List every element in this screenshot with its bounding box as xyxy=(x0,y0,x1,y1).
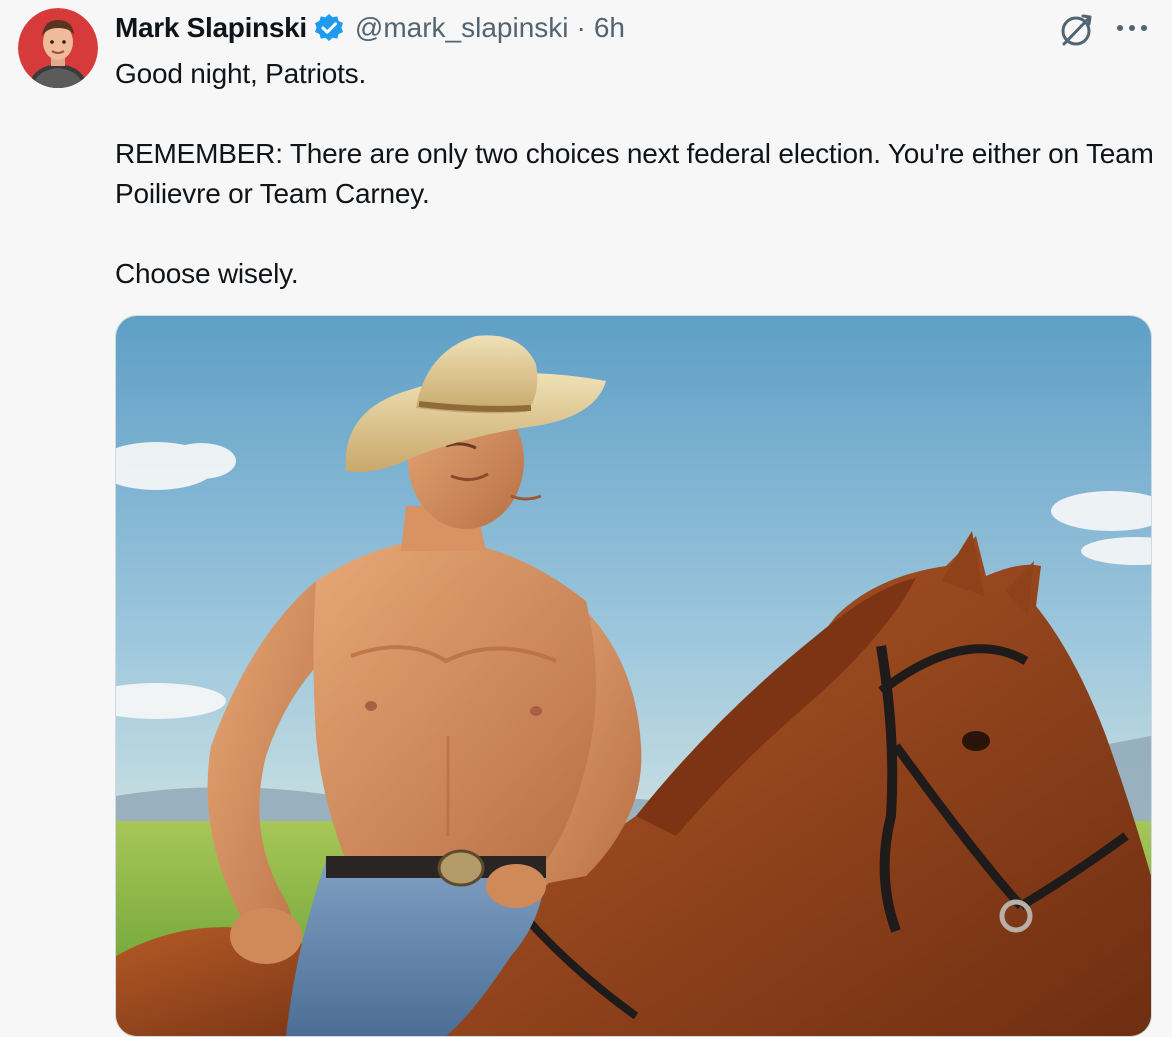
author-display-name[interactable]: Mark Slapinski xyxy=(115,12,307,44)
post-text-line: Good night, Patriots. xyxy=(115,58,367,89)
post-header: Mark Slapinski @mark_slapinski · 6h xyxy=(115,8,625,48)
author-handle[interactable]: @mark_slapinski xyxy=(355,12,569,44)
tweet-post[interactable]: Mark Slapinski @mark_slapinski · 6h Good… xyxy=(0,0,1172,1037)
post-text-line: Choose wisely. xyxy=(115,258,299,289)
verified-badge-icon xyxy=(313,12,345,44)
post-image[interactable] xyxy=(115,315,1152,1037)
grok-icon[interactable] xyxy=(1056,10,1096,50)
post-text: Good night, Patriots. REMEMBER: There ar… xyxy=(115,54,1155,294)
more-options-icon[interactable] xyxy=(1112,10,1152,50)
avatar[interactable] xyxy=(18,8,98,88)
post-text-line: REMEMBER: There are only two choices nex… xyxy=(115,138,1154,209)
post-timestamp[interactable]: 6h xyxy=(594,12,625,44)
separator-dot: · xyxy=(576,12,586,43)
